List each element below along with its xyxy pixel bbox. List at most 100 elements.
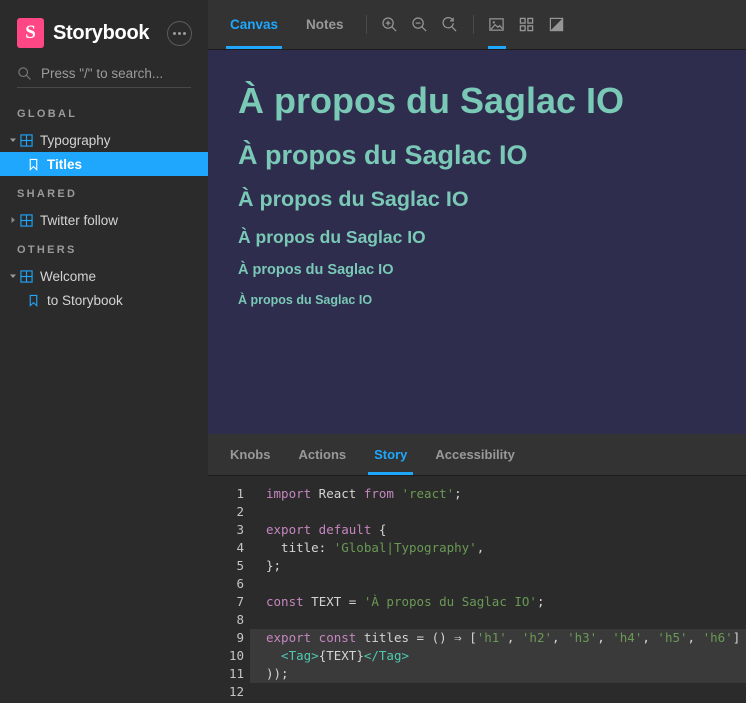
search-icon — [18, 67, 31, 80]
tree-node-label: Typography — [40, 132, 111, 148]
tab-label: Story — [374, 447, 408, 462]
zoom-in-icon[interactable] — [375, 0, 405, 49]
line-number: 6 — [236, 576, 244, 591]
line-number: 10 — [228, 648, 244, 663]
menu-dots-icon[interactable] — [167, 20, 192, 46]
code-text: export const titles = () ⇒ ['h1', 'h2', … — [250, 629, 746, 647]
token-string: 'h4' — [612, 630, 643, 645]
section-label-others: OTHERS — [17, 244, 77, 256]
code-text: export default { — [250, 521, 746, 539]
tab-accessibility[interactable]: Accessibility — [421, 434, 529, 475]
token-plain: title: — [266, 540, 334, 555]
token-string: 'h1' — [476, 630, 507, 645]
line-number: 12 — [228, 684, 244, 699]
tab-label: Knobs — [230, 447, 271, 462]
tree-node-label: to Storybook — [47, 292, 123, 308]
dot — [183, 31, 186, 35]
line-number: 11 — [228, 666, 244, 681]
tab-story[interactable]: Story — [360, 434, 421, 475]
token-punct: ] — [732, 630, 741, 645]
zoom-reset-icon[interactable] — [435, 0, 465, 49]
component-grid-icon — [20, 133, 33, 147]
caret-right-icon[interactable] — [8, 216, 18, 224]
dot — [173, 31, 176, 35]
code-line: 5 }; — [208, 557, 746, 575]
token-keyword: const — [266, 594, 304, 609]
token-string: 'h2' — [521, 630, 553, 645]
code-text: title: 'Global|Typography', — [250, 539, 746, 557]
preview-toolbar: Canvas Notes — [208, 0, 746, 50]
tab-actions[interactable]: Actions — [284, 434, 360, 475]
token-plain: React — [311, 486, 364, 501]
grid-icon[interactable] — [512, 0, 542, 49]
dot — [178, 31, 181, 35]
token-punct: , — [476, 540, 485, 555]
code-line: 3 export default { — [208, 521, 746, 539]
addon-panel-tabs: Knobs Actions Story Accessibility — [208, 434, 746, 476]
token-string: 'h5' — [657, 630, 688, 645]
tree-node-titles[interactable]: Titles — [0, 152, 208, 176]
code-line: 2 — [208, 503, 746, 521]
sidebar: S Storybook GLOBAL — [0, 0, 208, 703]
zoom-out-icon[interactable] — [405, 0, 435, 49]
preview-heading-h6: À propos du Saglac IO — [238, 293, 373, 308]
background-image-icon[interactable] — [482, 0, 512, 49]
preview-heading-h5: À propos du Saglac IO — [238, 261, 394, 278]
search-bar[interactable] — [17, 66, 191, 88]
code-line: 6 — [208, 575, 746, 593]
story-preview-canvas: À propos du Saglac IO À propos du Saglac… — [208, 50, 746, 434]
code-line: 12 — [208, 683, 746, 701]
component-grid-icon — [20, 269, 33, 283]
preview-heading-h4: À propos du Saglac IO — [238, 227, 426, 248]
code-line: 10 <Tag>{TEXT}</Tag> — [208, 647, 746, 665]
token-punct: { — [371, 522, 387, 537]
preview-heading-h3: À propos du Saglac IO — [238, 186, 469, 211]
tree-node-label: Welcome — [40, 268, 97, 284]
tab-label: Notes — [306, 17, 344, 32]
tree-node-welcome[interactable]: Welcome — [0, 264, 208, 288]
line-number: 5 — [236, 558, 244, 573]
line-number: 3 — [236, 522, 244, 537]
search-input[interactable] — [41, 66, 191, 81]
tab-notes[interactable]: Notes — [292, 0, 358, 49]
section-label-shared: SHARED — [17, 188, 78, 200]
tab-canvas[interactable]: Canvas — [216, 0, 292, 49]
token-string: 'h3' — [567, 630, 598, 645]
token-keyword: default — [311, 522, 372, 537]
token-punct: }; — [266, 558, 282, 573]
token-punct: )); — [266, 666, 289, 681]
contrast-icon[interactable] — [542, 0, 572, 49]
caret-down-icon[interactable] — [8, 272, 18, 280]
tree-node-label: Titles — [47, 156, 83, 172]
line-number: 8 — [236, 612, 244, 627]
token-plain: TEXT = — [303, 594, 364, 609]
token-keyword: export const — [266, 630, 357, 645]
token-punct: , — [687, 630, 703, 645]
code-line: 1 import React from 'react'; — [208, 485, 746, 503]
tree-node-twitter-follow[interactable]: Twitter follow — [0, 208, 208, 232]
tree-node-to-storybook[interactable]: to Storybook — [0, 288, 208, 312]
source-code-viewer[interactable]: 1 import React from 'react'; 2 3 export … — [208, 476, 746, 703]
code-text: const TEXT = 'À propos du Saglac IO'; — [250, 593, 746, 611]
token-punct: , — [552, 630, 568, 645]
token-string: 'À propos du Saglac IO' — [363, 594, 537, 609]
token-plain: titles = () ⇒ [ — [356, 630, 477, 645]
story-bookmark-icon — [29, 294, 38, 307]
code-text: import React from 'react'; — [250, 485, 746, 503]
tab-knobs[interactable]: Knobs — [216, 434, 284, 475]
token-punct: ; — [536, 594, 545, 609]
caret-down-icon[interactable] — [8, 136, 18, 144]
token-tag: <Tag> — [266, 648, 319, 663]
preview-heading-h1: À propos du Saglac IO — [238, 80, 625, 121]
code-line: 7 const TEXT = 'À propos du Saglac IO'; — [208, 593, 746, 611]
tab-label: Canvas — [230, 17, 279, 32]
main-area: Canvas Notes À propos du Saglac IO À pro… — [208, 0, 746, 703]
code-text: )); — [250, 665, 746, 683]
logo-letter: S — [25, 22, 36, 43]
preview-heading-h2: À propos du Saglac IO — [238, 140, 528, 171]
tree-node-typography[interactable]: Typography — [0, 128, 208, 152]
